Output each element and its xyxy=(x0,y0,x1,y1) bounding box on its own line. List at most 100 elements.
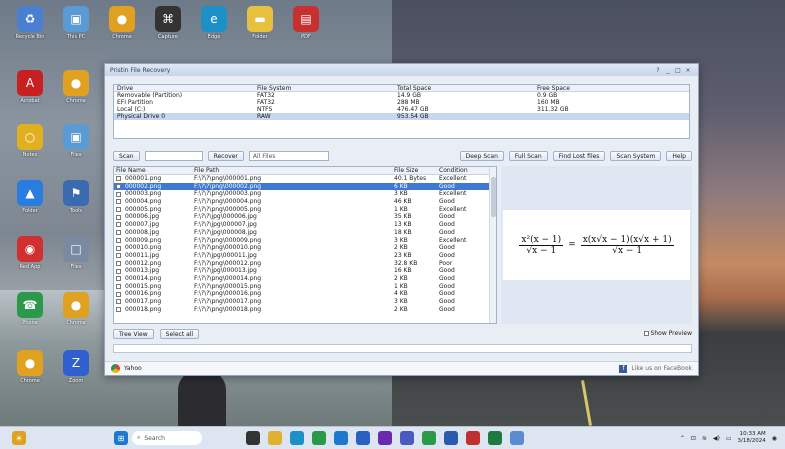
help-icon[interactable]: ? xyxy=(653,67,663,74)
maximize-icon[interactable]: □ xyxy=(673,67,683,74)
select-all-button[interactable]: Select all xyxy=(159,328,200,339)
taskview-icon[interactable] xyxy=(246,431,260,445)
desktop-icon[interactable]: A Acrobat xyxy=(8,70,52,104)
drive-col-header[interactable]: Drive xyxy=(114,85,254,91)
drive-row[interactable]: Local (C:) NTFS 476.47 GB 311.32 GB xyxy=(114,106,689,113)
desktop-icon[interactable]: ▬ Folder xyxy=(238,6,282,40)
app2-icon[interactable] xyxy=(510,431,524,445)
total-space-col-header[interactable]: Total Space xyxy=(394,85,534,91)
desktop-icon[interactable]: e Edge xyxy=(192,6,236,40)
file-row[interactable]: 000010.png F:\?\?\png\000010.png 2 KB Good xyxy=(114,244,496,252)
file-checkbox[interactable] xyxy=(116,230,121,236)
desktop-icon[interactable]: ⚑ Tools xyxy=(54,180,98,214)
tree-view-button[interactable]: Tree View xyxy=(113,328,154,339)
file-checkbox[interactable] xyxy=(116,237,121,243)
help-button[interactable]: Help xyxy=(666,151,692,161)
whatsapp-icon[interactable] xyxy=(422,431,436,445)
desktop-icon[interactable]: ▣ Files xyxy=(54,124,98,158)
desktop-icon[interactable]: ● Chrome xyxy=(54,70,98,104)
desktop-icon[interactable]: □ Files xyxy=(54,236,98,270)
file-name-col-header[interactable]: File Name xyxy=(114,167,192,174)
desktop-icon[interactable]: ▲ Folder xyxy=(8,180,52,214)
file-row[interactable]: 000003.png F:\?\?\png\000003.png 3 KB Excel… xyxy=(114,190,496,198)
desktop-icon[interactable]: ▣ This PC xyxy=(54,6,98,40)
file-checkbox[interactable] xyxy=(116,184,121,190)
desktop-icon[interactable]: Z Zoom xyxy=(54,350,98,384)
status-left-text[interactable]: Yahoo xyxy=(124,365,142,372)
search-box[interactable]: ⌕ Search xyxy=(132,431,202,445)
drive-row[interactable]: EFI Partition FAT32 288 MB 160 MB xyxy=(114,99,689,106)
chrome-icon[interactable] xyxy=(312,431,326,445)
file-row[interactable]: 000013.jpg F:\?\?\jpg\000013.jpg 16 KB Good xyxy=(114,267,496,275)
file-type-filter[interactable]: All Files xyxy=(248,151,329,161)
desktop-icon[interactable]: ♻ Recycle Bin xyxy=(8,6,52,40)
file-checkbox[interactable] xyxy=(116,307,121,313)
desktop-icon[interactable]: ○ Notes xyxy=(8,124,52,158)
chrome2-icon[interactable] xyxy=(466,431,480,445)
desktop-icon[interactable]: ● Chrome xyxy=(54,292,98,326)
file-list-scrollbar[interactable] xyxy=(489,167,496,323)
chevron-up-icon[interactable]: ⌃ xyxy=(680,435,685,442)
condition-col-header[interactable]: Condition xyxy=(437,167,483,174)
file-path-col-header[interactable]: File Path xyxy=(192,167,392,174)
file-checkbox[interactable] xyxy=(116,299,121,305)
notification-icon[interactable]: ◉ xyxy=(772,435,777,442)
language-icon[interactable]: ⊡ xyxy=(691,435,696,442)
file-row[interactable]: 000011.jpg F:\?\?\jpg\000011.jpg 23 KB Good xyxy=(114,252,496,260)
find-lost-files-button[interactable]: Find Lost files xyxy=(552,151,606,161)
file-row[interactable]: 000016.png F:\?\?\png\000016.png 4 KB Good xyxy=(114,290,496,298)
scan-button[interactable]: Scan xyxy=(113,151,140,161)
file-row[interactable]: 000008.jpg F:\?\?\jpg\000008.jpg 18 KB Good xyxy=(114,229,496,237)
drive-row[interactable]: Removable (Partition) FAT32 14.9 GB 0.9 GB xyxy=(114,92,689,99)
deep-scan-button[interactable]: Deep Scan xyxy=(459,151,504,161)
file-checkbox[interactable] xyxy=(116,222,121,228)
file-checkbox[interactable] xyxy=(116,291,121,297)
store-icon[interactable] xyxy=(334,431,348,445)
file-row[interactable]: 000015.png F:\?\?\png\000015.png 1 KB Good xyxy=(114,283,496,291)
desktop-icon[interactable]: ● Chrome xyxy=(8,350,52,384)
file-checkbox[interactable] xyxy=(116,245,121,251)
clock[interactable]: 10:33 AM 3/18/2024 xyxy=(738,431,766,445)
file-row[interactable]: 000009.png F:\?\?\png\000009.png 3 KB Excel… xyxy=(114,237,496,245)
file-row[interactable]: 000017.png F:\?\?\png\000017.png 3 KB Good xyxy=(114,298,496,306)
free-space-col-header[interactable]: Free Space xyxy=(534,85,689,91)
recover-button[interactable]: Recover xyxy=(207,151,244,161)
file-row[interactable]: 000007.jpg F:\?\?\jpg\000007.jpg 13 KB Good xyxy=(114,221,496,229)
file-checkbox[interactable] xyxy=(116,260,121,266)
file-row[interactable]: 000012.png F:\?\?\png\000012.png 32.8 KB Po… xyxy=(114,260,496,268)
close-icon[interactable]: × xyxy=(683,67,693,74)
file-checkbox[interactable] xyxy=(116,268,121,274)
minimize-icon[interactable]: _ xyxy=(663,67,673,74)
desktop-icon[interactable]: ● Chrome xyxy=(100,6,144,40)
file-size-col-header[interactable]: File Size xyxy=(392,167,437,174)
file-checkbox[interactable] xyxy=(116,207,121,213)
show-preview-checkbox[interactable]: Show Preview xyxy=(643,330,692,337)
drive-row[interactable]: Physical Drive 0 RAW 953.54 GB xyxy=(114,113,689,120)
desktop-icon[interactable]: ☎ Phone xyxy=(8,292,52,326)
widgets-icon[interactable]: ☀ xyxy=(12,431,26,445)
file-checkbox[interactable] xyxy=(116,276,121,282)
full-scan-button[interactable]: Full Scan xyxy=(508,151,548,161)
volume-icon[interactable]: ◀) xyxy=(713,435,720,442)
app-icon[interactable] xyxy=(378,431,392,445)
file-row[interactable]: 000001.png F:\?\?\png\000001.png 40.1 Byte… xyxy=(114,175,496,183)
mail-icon[interactable] xyxy=(356,431,370,445)
google-icon[interactable] xyxy=(111,364,120,373)
wifi-icon[interactable]: ≋ xyxy=(702,435,707,442)
battery-icon[interactable]: ▭ xyxy=(726,435,732,442)
file-row[interactable]: 000014.png F:\?\?\png\000014.png 2 KB Good xyxy=(114,275,496,283)
teams-icon[interactable] xyxy=(400,431,414,445)
file-row[interactable]: 000004.png F:\?\?\png\000004.png 46 KB Good xyxy=(114,198,496,206)
file-checkbox[interactable] xyxy=(116,176,121,182)
start-icon[interactable]: ⊞ xyxy=(114,431,128,445)
word-icon[interactable] xyxy=(444,431,458,445)
file-checkbox[interactable] xyxy=(116,191,121,197)
desktop-icon[interactable]: ▤ PDF xyxy=(284,6,328,40)
status-right-text[interactable]: Like us on FaceBook xyxy=(631,365,692,372)
explorer-icon[interactable] xyxy=(268,431,282,445)
desktop-icon[interactable]: ◉ Red App xyxy=(8,236,52,270)
scan-path-field[interactable] xyxy=(144,151,203,161)
file-checkbox[interactable] xyxy=(116,283,121,289)
file-checkbox[interactable] xyxy=(116,253,121,259)
file-checkbox[interactable] xyxy=(116,199,121,205)
